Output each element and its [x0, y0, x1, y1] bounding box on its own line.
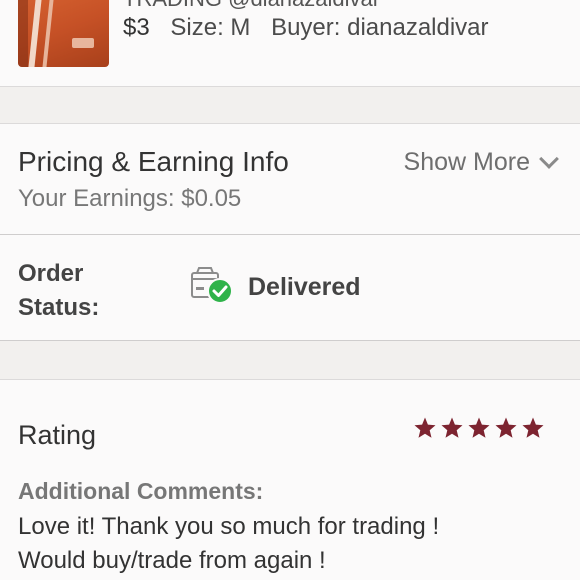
additional-comments-text: Love it! Thank you so much for trading !… [18, 510, 558, 578]
rating-section: Rating Additional Comments: Love it! Tha… [0, 379, 580, 580]
item-price: $3 [123, 14, 150, 41]
pricing-heading: Pricing & Earning Info [18, 146, 289, 177]
star-icon [468, 417, 490, 438]
item-size: Size: M [170, 14, 251, 41]
delivered-box-icon [191, 267, 233, 304]
rating-stars [413, 416, 545, 440]
order-status-label-line1: Order [18, 260, 84, 287]
order-status-label-line2: Status: [18, 294, 100, 321]
order-item-card[interactable]: TRADING @dianazaldivar $3 Size: M Buyer:… [0, 0, 580, 87]
star-icon [522, 417, 544, 438]
rating-heading: Rating [18, 420, 97, 450]
pricing-earning-section: Pricing & Earning Info Your Earnings: $0… [0, 123, 580, 235]
star-icon [414, 417, 436, 438]
order-status-label: Order Status: [18, 257, 99, 325]
chevron-down-icon [539, 148, 559, 169]
show-more-button[interactable]: Show More [403, 148, 559, 177]
your-earnings: Your Earnings: $0.05 [18, 185, 242, 212]
order-status-value: Delivered [248, 273, 361, 301]
item-thumbnail[interactable] [18, 0, 109, 67]
comment-line-1: Love it! Thank you so much for trading ! [18, 513, 440, 540]
item-meta: $3 Size: M Buyer: dianazaldivar [123, 14, 503, 42]
item-title: TRADING @dianazaldivar [123, 0, 380, 12]
comment-line-2: Would buy/trade from again ! [18, 547, 326, 574]
additional-comments-label: Additional Comments: [18, 478, 264, 504]
show-more-label: Show More [403, 148, 530, 176]
order-status-section: Order Status: Delivered [0, 235, 580, 341]
star-icon [495, 417, 517, 438]
item-buyer: Buyer: dianazaldivar [271, 14, 489, 41]
star-icon [441, 417, 463, 438]
